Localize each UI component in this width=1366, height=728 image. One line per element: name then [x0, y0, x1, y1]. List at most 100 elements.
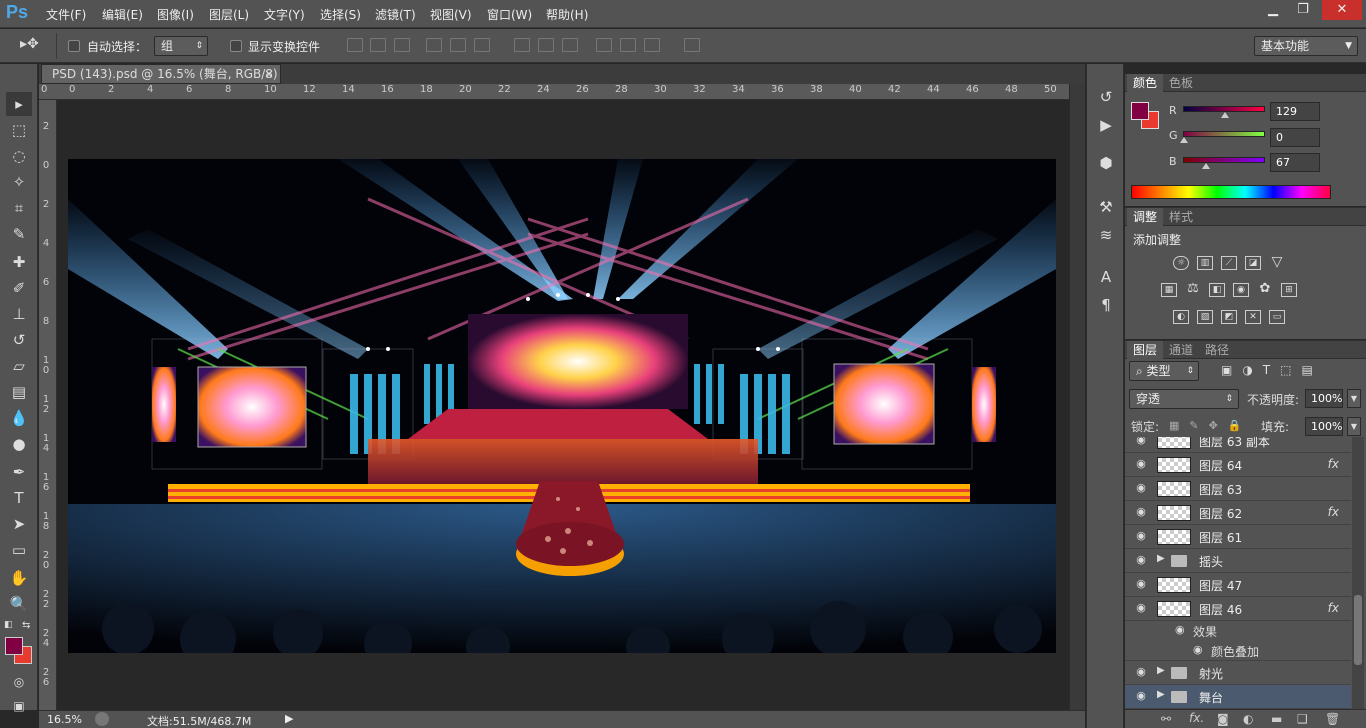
lock-icons[interactable]: ▦✎✥🔒	[1169, 419, 1252, 432]
color-spectrum-bar[interactable]	[1131, 185, 1331, 199]
distribute-top-icon[interactable]	[514, 38, 530, 52]
layer-row[interactable]: ◉ 图层 62 fx	[1125, 501, 1351, 525]
effect-item-row[interactable]: ◉ 颜色叠加	[1125, 641, 1351, 661]
stamp-tool-icon[interactable]: ⊥	[6, 302, 32, 326]
dodge-tool-icon[interactable]: ●	[6, 432, 32, 456]
screen-mode-icon[interactable]: ▣	[6, 694, 32, 718]
delete-layer-icon[interactable]: 🗑	[1325, 712, 1340, 726]
document-canvas[interactable]	[68, 159, 1056, 653]
fill-chevron-icon[interactable]: ▼	[1347, 417, 1361, 436]
align-vcenter-icon[interactable]	[370, 38, 386, 52]
opacity-chevron-icon[interactable]: ▼	[1347, 389, 1361, 408]
channel-r-input[interactable]: 129	[1270, 102, 1320, 121]
history-brush-tool-icon[interactable]: ↺	[6, 328, 32, 352]
close-tab-icon[interactable]: ×	[264, 65, 274, 83]
distribute-left-icon[interactable]	[596, 38, 612, 52]
fx-icon[interactable]: fx	[1328, 505, 1339, 519]
menu-file[interactable]: 文件(F)	[46, 6, 86, 23]
channel-b-thumb[interactable]	[1201, 163, 1210, 169]
default-colors-icon[interactable]: ◧	[4, 620, 13, 630]
layer-filter-dropdown[interactable]: ⌕ 类型 ⇕	[1129, 361, 1199, 381]
healing-brush-tool-icon[interactable]: ✚	[6, 250, 32, 274]
distribute-vcenter-icon[interactable]	[538, 38, 554, 52]
levels-icon[interactable]: ▥	[1197, 256, 1213, 270]
magic-wand-tool-icon[interactable]: ✧	[6, 170, 32, 194]
tab-paths[interactable]: 路径	[1199, 341, 1235, 359]
brush-panel-icon[interactable]: ≋	[1095, 224, 1117, 246]
expand-arrow-icon[interactable]: ▶	[1157, 665, 1165, 676]
document-tab[interactable]: PSD (143).psd @ 16.5% (舞台, RGB/8) ×	[41, 64, 281, 84]
tab-adjustments[interactable]: 调整	[1127, 208, 1164, 226]
menu-select[interactable]: 选择(S)	[320, 6, 361, 23]
history-panel-icon[interactable]: ↺	[1095, 86, 1117, 108]
blend-mode-dropdown[interactable]: 穿透 ⇕	[1129, 389, 1239, 409]
foreground-color-chip[interactable]	[1131, 102, 1149, 120]
layer-group-row[interactable]: ◉ ▶ 射光	[1125, 661, 1351, 685]
menu-help[interactable]: 帮助(H)	[546, 6, 588, 23]
channel-r-slider[interactable]	[1183, 106, 1265, 118]
invert-icon[interactable]: ◐	[1173, 310, 1189, 324]
menu-filter[interactable]: 滤镜(T)	[375, 6, 416, 23]
selective-color-icon[interactable]: ✕	[1245, 310, 1261, 324]
align-right-icon[interactable]	[474, 38, 490, 52]
layers-scroll-thumb[interactable]	[1354, 595, 1362, 665]
menu-edit[interactable]: 编辑(E)	[102, 6, 143, 23]
menu-view[interactable]: 视图(V)	[430, 6, 472, 23]
eye-icon[interactable]: ◉	[1134, 602, 1148, 614]
character-panel-icon[interactable]: A	[1095, 266, 1117, 288]
brush-tool-icon[interactable]: ✐	[6, 276, 32, 300]
eye-icon[interactable]: ◉	[1134, 437, 1148, 446]
eye-icon[interactable]: ◉	[1134, 554, 1148, 566]
exposure-icon[interactable]: ◪	[1245, 256, 1261, 270]
fx-icon[interactable]: fx	[1328, 601, 1339, 615]
expand-arrow-icon[interactable]: ▶	[1157, 689, 1165, 700]
auto-select-checkbox[interactable]	[68, 40, 80, 52]
zoom-level[interactable]: 16.5%	[47, 713, 82, 726]
distribute-hcenter-icon[interactable]	[620, 38, 636, 52]
align-left-icon[interactable]	[426, 38, 442, 52]
gradient-map-icon[interactable]: ▭	[1269, 310, 1285, 324]
minimize-button[interactable]: ▁	[1258, 0, 1288, 20]
eye-icon[interactable]: ◉	[1134, 666, 1148, 678]
channel-g-thumb[interactable]	[1180, 137, 1188, 143]
layer-filter-icons[interactable]: ▣◑T⬚▤	[1221, 363, 1323, 377]
crop-tool-icon[interactable]: ⌗	[6, 196, 32, 220]
close-button[interactable]: ✕	[1322, 0, 1362, 20]
color-lookup-icon[interactable]: ⊞	[1281, 283, 1297, 297]
status-icon[interactable]	[95, 712, 109, 726]
layer-row[interactable]: ◉ 图层 64 fx	[1125, 453, 1351, 477]
menu-window[interactable]: 窗口(W)	[487, 6, 532, 23]
add-style-icon[interactable]: fx.	[1189, 711, 1204, 725]
type-tool-icon[interactable]: T	[6, 486, 32, 510]
layer-group-row[interactable]: ◉ ▶ 摇头	[1125, 549, 1351, 573]
tool-presets-icon[interactable]: ⚒	[1095, 196, 1117, 218]
move-tool-preset-icon[interactable]: ▸✥	[20, 36, 39, 52]
fill-input[interactable]: 100%	[1305, 417, 1343, 436]
channel-b-input[interactable]: 67	[1270, 153, 1320, 172]
black-white-icon[interactable]: ◧	[1209, 283, 1225, 297]
blur-tool-icon[interactable]: 💧	[6, 406, 32, 430]
eye-icon[interactable]: ◉	[1134, 690, 1148, 702]
expand-arrow-icon[interactable]: ▶	[1157, 553, 1165, 564]
new-layer-icon[interactable]: ❑	[1297, 712, 1308, 726]
tab-swatches[interactable]: 色板	[1163, 74, 1199, 92]
workspace-dropdown[interactable]: 基本功能 ▼	[1254, 36, 1358, 56]
eyedropper-tool-icon[interactable]: ✎	[6, 222, 32, 246]
channel-b-slider[interactable]	[1183, 157, 1265, 169]
menu-type[interactable]: 文字(Y)	[264, 6, 305, 23]
eye-icon[interactable]: ◉	[1134, 530, 1148, 542]
tab-channels[interactable]: 通道	[1163, 341, 1199, 359]
actions-panel-icon[interactable]: ▶	[1095, 114, 1117, 136]
layer-row[interactable]: ◉ 图层 61	[1125, 525, 1351, 549]
fx-icon[interactable]: fx	[1328, 457, 1339, 471]
posterize-icon[interactable]: ▨	[1197, 310, 1213, 324]
lasso-tool-icon[interactable]: ◌	[6, 144, 32, 168]
channel-mixer-icon[interactable]: ✿	[1257, 282, 1273, 297]
effect-eye-icon[interactable]: ◉	[1193, 643, 1203, 656]
threshold-icon[interactable]: ◩	[1221, 310, 1237, 324]
channel-g-slider[interactable]	[1180, 131, 1265, 143]
tab-color[interactable]: 颜色	[1127, 74, 1164, 92]
new-group-icon[interactable]: ▬	[1271, 712, 1282, 726]
eraser-tool-icon[interactable]: ▱	[6, 354, 32, 378]
path-selection-tool-icon[interactable]: ➤	[6, 512, 32, 536]
